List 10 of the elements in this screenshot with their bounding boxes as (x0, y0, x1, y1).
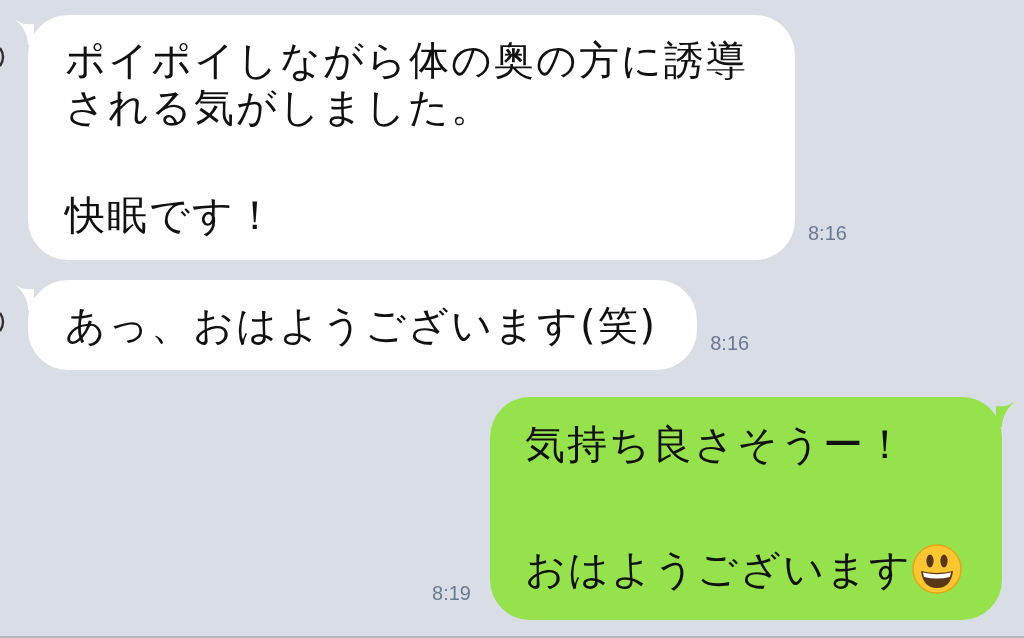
message-text: あっ、おはようございます(笑) (65, 302, 658, 349)
timestamp: 8:16 (710, 332, 750, 354)
avatar-icon (0, 47, 5, 67)
message-text: 快眠です！ (65, 192, 278, 239)
message-text: ポイポイしながら体の奥の方に誘導される気がしました。 (65, 37, 749, 131)
timestamp: 8:16 (808, 222, 847, 244)
message-text: 気持ち良さそうー！ (525, 421, 908, 468)
avatar-icon (0, 312, 5, 332)
timestamp: 8:19 (432, 582, 471, 604)
message-text: おはようございます (525, 545, 912, 593)
